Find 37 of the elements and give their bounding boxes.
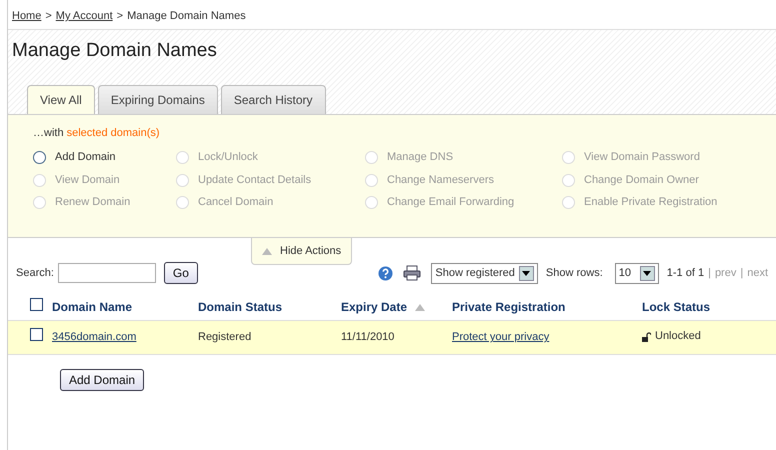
page-range: 1-1 of 1 — [666, 266, 704, 282]
column-header[interactable]: Lock Status — [642, 298, 710, 316]
tab[interactable]: Search History — [220, 84, 326, 114]
search-label: Search: — [16, 266, 54, 282]
column-header[interactable]: Private Registration — [452, 298, 566, 316]
triangle-up-icon — [262, 248, 272, 255]
printer-icon[interactable] — [403, 265, 422, 282]
breadcrumb-separator: > — [116, 10, 124, 22]
breadcrumb-link[interactable]: My Account — [56, 10, 113, 22]
unlocked-padlock-icon — [642, 332, 651, 342]
privacy-link[interactable]: Protect your privacy — [452, 331, 550, 344]
column-header[interactable]: Domain Status — [198, 298, 282, 316]
action-option[interactable]: Add Domain — [33, 149, 176, 166]
go-button[interactable]: Go — [164, 262, 198, 284]
rows-label: Show rows: — [546, 266, 603, 282]
pager-separator: | — [740, 266, 744, 282]
page-title: Manage Domain Names — [12, 40, 218, 63]
hide-actions-tab[interactable]: Hide Actions — [251, 238, 352, 266]
table-cell: Registered — [198, 331, 252, 344]
add-domain-button[interactable]: Add Domain — [60, 369, 144, 392]
actions-intro: …with selected domain(s) — [33, 126, 161, 141]
breadcrumb-current: Manage Domain Names — [127, 10, 246, 22]
pager-separator: | — [708, 266, 711, 282]
search-field[interactable] — [58, 263, 156, 284]
table-cell-text: Unlocked — [655, 329, 701, 344]
breadcrumb-separator: > — [45, 10, 52, 22]
tab[interactable]: Expiring Domains — [98, 84, 218, 114]
tab[interactable]: View All — [27, 84, 95, 114]
select-all-checkbox[interactable] — [30, 298, 43, 312]
table-cell: 11/11/2010 — [341, 331, 394, 344]
column-header[interactable]: Expiry Date — [341, 298, 426, 316]
breadcrumb-link[interactable]: Home — [12, 10, 42, 22]
filter-dropdown[interactable]: Show registered — [431, 263, 538, 284]
row-checkbox[interactable] — [30, 328, 43, 342]
rows-dropdown[interactable]: 10 — [614, 263, 659, 284]
column-header[interactable]: Domain Name — [52, 298, 132, 316]
help-icon[interactable] — [378, 266, 394, 281]
